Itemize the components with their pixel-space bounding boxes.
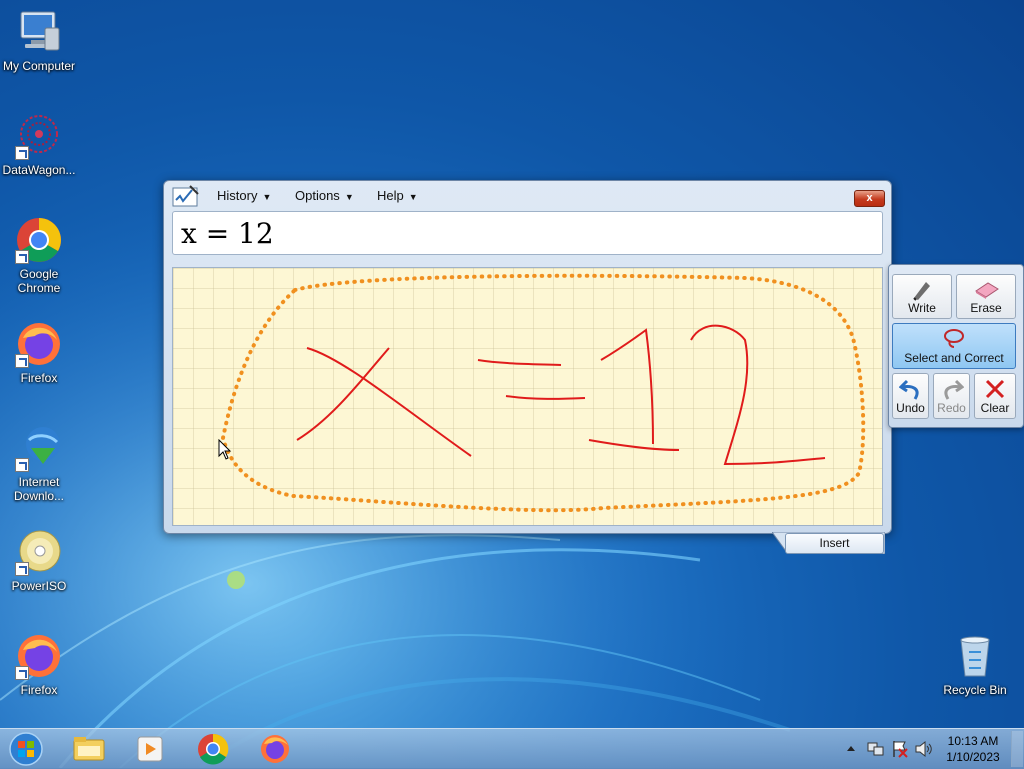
desktop-icon-label: PowerISO: [11, 579, 67, 593]
erase-button[interactable]: Erase: [956, 274, 1016, 319]
menu-bar: History ▼ Options ▼ Help ▼ x: [164, 181, 891, 211]
shortcut-arrow-icon: [15, 458, 29, 472]
select-label: Select and Correct: [904, 351, 1004, 365]
menu-label: History: [217, 188, 258, 203]
desktop-icon-label: My Computer: [2, 59, 76, 73]
undo-button[interactable]: Undo: [892, 373, 929, 419]
redo-icon: [943, 379, 964, 400]
firefox-icon: [261, 735, 289, 763]
recognized-preview: x = 12: [172, 211, 883, 255]
ink-stroke: [306, 347, 472, 457]
undo-icon: [898, 379, 919, 400]
system-clock[interactable]: 10:13 AM 1/10/2023: [940, 733, 1006, 765]
shortcut-arrow-icon: [15, 146, 29, 160]
clear-button[interactable]: Clear: [974, 373, 1016, 419]
taskbar-media-player[interactable]: [124, 732, 178, 766]
selection-lasso: [220, 273, 866, 513]
computer-icon: [20, 11, 60, 51]
menu-history[interactable]: History ▼: [217, 188, 271, 203]
ink-stroke: [477, 359, 562, 366]
desktop-icon-label: Recycle Bin: [943, 683, 1007, 697]
redo-button[interactable]: Redo: [933, 373, 970, 419]
clock-date: 1/10/2023: [946, 750, 1000, 764]
taskbar-chrome[interactable]: [186, 732, 240, 766]
show-hidden-icons-button[interactable]: [844, 739, 858, 759]
shortcut-arrow-icon: [15, 666, 29, 680]
math-input-panel-window: History ▼ Options ▼ Help ▼ x x = 12: [163, 180, 892, 534]
clear-x-icon: [985, 379, 1005, 399]
chevron-down-icon: ▼: [408, 192, 418, 202]
taskbar: 10:13 AM 1/10/2023: [0, 728, 1024, 769]
desktop-icon-label: Firefox: [20, 371, 58, 385]
ink-stroke: [505, 395, 586, 400]
show-desktop-button[interactable]: [1011, 731, 1023, 767]
ink-stroke: [296, 347, 390, 441]
desktop-icon-internet-download-manager[interactable]: Internet Downlo...: [0, 424, 78, 503]
shortcut-arrow-icon: [15, 250, 29, 264]
chevron-down-icon: ▼: [344, 192, 354, 202]
menu-options[interactable]: Options ▼: [295, 188, 354, 203]
recycle-bin-icon: [960, 636, 990, 677]
taskbar-file-explorer[interactable]: [62, 732, 116, 766]
clear-label: Clear: [980, 401, 1010, 415]
chevron-up-icon: [847, 746, 855, 751]
shortcut-arrow-icon: [15, 354, 29, 368]
erase-label: Erase: [970, 301, 1002, 315]
desktop-icon-label: DataWagon...: [2, 163, 76, 177]
math-input-panel-icon: [172, 185, 199, 207]
write-button[interactable]: Write: [892, 274, 952, 319]
close-button[interactable]: x: [854, 190, 885, 207]
desktop-icon-firefox-2[interactable]: Firefox: [0, 632, 78, 697]
shortcut-arrow-icon: [15, 562, 29, 576]
mouse-cursor-icon: [218, 439, 232, 460]
writing-pad[interactable]: [172, 267, 883, 526]
desktop-icon-my-computer[interactable]: My Computer: [0, 8, 78, 73]
media-player-icon: [137, 736, 163, 762]
ink-canvas: [220, 273, 866, 513]
action-center-flag-icon[interactable]: [890, 739, 910, 759]
insert-button[interactable]: Insert: [785, 533, 884, 554]
ink-stroke: [588, 439, 680, 451]
chrome-icon: [198, 733, 229, 765]
pen-icon: [913, 282, 930, 301]
close-icon: x: [866, 192, 873, 204]
ink-stroke: [690, 324, 826, 466]
taskbar-firefox[interactable]: [248, 732, 302, 766]
menu-label: Options: [295, 188, 340, 203]
desktop-icon-poweriso[interactable]: PowerISO: [0, 528, 78, 593]
clock-time: 10:13 AM: [947, 734, 999, 748]
lasso-icon: [944, 329, 964, 348]
eraser-icon: [975, 282, 999, 299]
desktop-icon-label: Google Chrome: [17, 267, 61, 295]
menu-label: Help: [377, 188, 404, 203]
network-icon[interactable]: [866, 739, 886, 759]
desktop-icon-datawagon[interactable]: DataWagon...: [0, 112, 78, 177]
ink-stroke: [600, 328, 654, 445]
undo-label: Undo: [896, 401, 925, 415]
desktop-icon-recycle-bin[interactable]: Recycle Bin: [936, 632, 1014, 697]
menu-help[interactable]: Help ▼: [377, 188, 418, 203]
folder-icon: [73, 737, 105, 761]
redo-label: Redo: [937, 401, 966, 415]
preview-formula: x = 12: [181, 217, 274, 250]
chevron-down-icon: ▼: [262, 192, 272, 202]
start-button[interactable]: [6, 730, 46, 768]
insert-label: Insert: [819, 536, 850, 550]
select-and-correct-button[interactable]: Select and Correct: [892, 323, 1016, 369]
desktop-icon-google-chrome[interactable]: Google Chrome: [0, 216, 78, 295]
write-label: Write: [908, 301, 936, 315]
desktop-icon-label: Firefox: [20, 683, 58, 697]
tools-panel: Write Erase Select and Correct Undo Redo: [888, 264, 1024, 428]
desktop-icon-firefox[interactable]: Firefox: [0, 320, 78, 385]
desktop-icon-label: Internet Downlo...: [13, 475, 65, 503]
volume-icon[interactable]: [914, 739, 934, 759]
